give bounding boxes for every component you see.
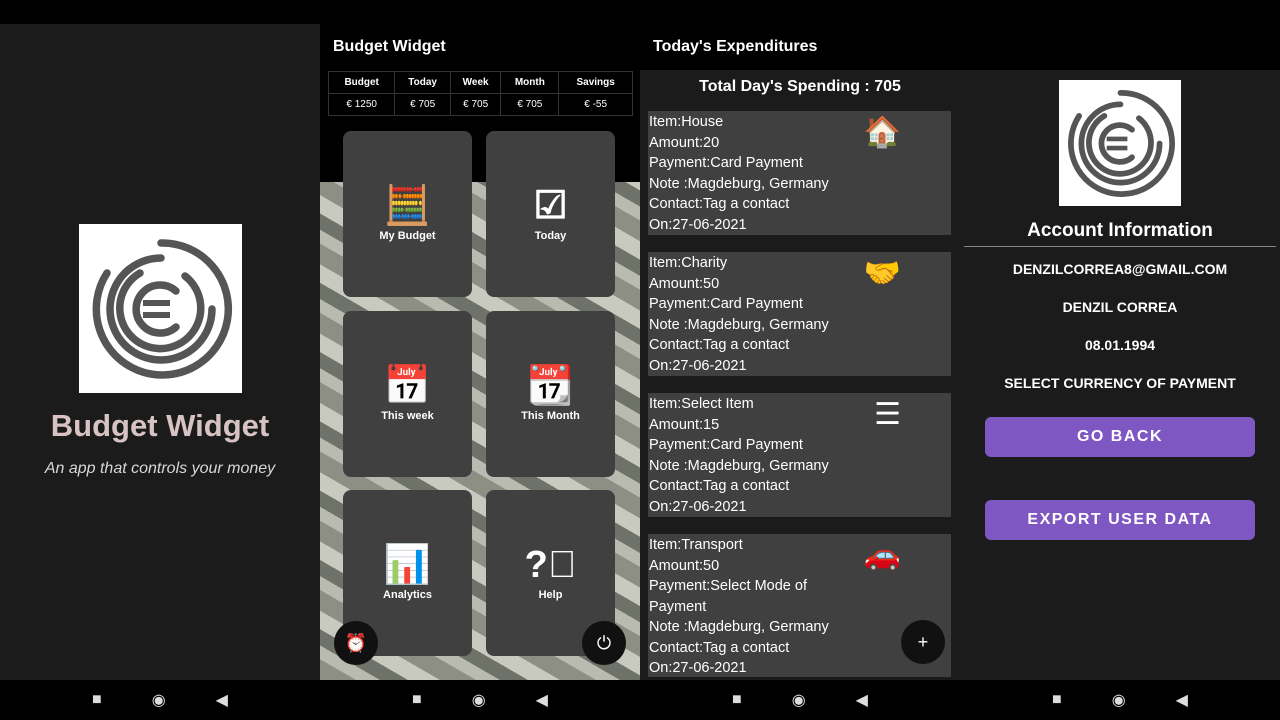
tile-my-budget[interactable]: 🧮 My Budget	[343, 131, 472, 297]
card-line: On:27-06-2021	[649, 216, 747, 233]
value-cell: € -55	[558, 93, 633, 116]
recents-button[interactable]: ■	[412, 691, 422, 709]
home-button[interactable]: ◉	[792, 690, 806, 710]
value-cell: € 705	[449, 93, 502, 116]
tile-this-week[interactable]: 📅 This week	[343, 311, 472, 477]
card-line: Item:Select Item	[649, 396, 754, 412]
card-line: Payment:Select Mode of	[649, 578, 807, 594]
tile-label: Today	[534, 230, 567, 242]
go-back-button[interactable]: GO BACK	[985, 417, 1255, 457]
calendar-check-icon: ☑	[533, 185, 568, 227]
total-spending: Total Day's Spending : 705	[699, 78, 901, 95]
page-title: Budget Widget	[333, 38, 446, 55]
tile-this-month[interactable]: 📆 This Month	[486, 311, 615, 477]
dob-text: 08.01.1994	[1084, 337, 1156, 353]
app-subtitle: An app that controls your money	[44, 460, 276, 477]
alarm-icon: ⏰	[344, 632, 368, 653]
header-cell: Month	[500, 71, 560, 94]
card-line: Contact:Tag a contact	[649, 478, 790, 494]
value-cell: € 1250	[327, 93, 396, 116]
header-cell: Budget	[327, 71, 396, 94]
page-title: Today's Expenditures	[653, 38, 818, 55]
card-line: Amount:20	[649, 134, 720, 151]
card-line: Note :Magdeburg, Germany	[649, 316, 829, 333]
card-line: Payment:Card Payment	[649, 155, 803, 171]
tile-label: Analytics	[383, 589, 432, 601]
recents-button[interactable]: ■	[92, 691, 102, 709]
tile-label: Help	[538, 589, 563, 601]
handshake-icon: 🤝	[863, 257, 901, 290]
back-button[interactable]: ◀	[1176, 690, 1188, 710]
home-button[interactable]: ◉	[472, 690, 486, 710]
divider	[964, 246, 1276, 247]
card-line: Payment:Card Payment	[649, 296, 803, 312]
app-title: Budget Widget	[50, 408, 270, 443]
card-line: Note :Magdeburg, Germany	[649, 175, 829, 192]
calculator-icon: 🧮	[383, 185, 432, 227]
email-text: DENZILCORREA8@GMAIL.COM	[1012, 261, 1228, 277]
add-button[interactable]: +	[901, 620, 945, 664]
back-button[interactable]: ◀	[856, 690, 868, 710]
expenditure-card[interactable]: Item:House Amount:20 Payment:Card Payment N…	[648, 111, 951, 235]
home-button[interactable]: ◉	[152, 690, 166, 710]
alarm-button[interactable]: ⏰	[334, 621, 378, 665]
export-user-data-button[interactable]: EXPORT USER DATA	[985, 500, 1255, 540]
menu-lines-icon: ☰	[874, 398, 901, 431]
back-button[interactable]: ◀	[216, 690, 228, 710]
account-screen: Account Information DENZILCORREA8@GMAIL.…	[960, 24, 1280, 680]
card-line: On:27-06-2021	[649, 357, 747, 374]
home-button[interactable]: ◉	[1112, 690, 1126, 710]
tile-label: This week	[381, 410, 434, 422]
calendar-31-icon: 📆	[526, 365, 575, 407]
recents-button[interactable]: ■	[1052, 691, 1062, 709]
power-button[interactable]: ⏻	[582, 621, 626, 665]
card-line: Item:House	[649, 114, 724, 130]
tile-label: My Budget	[379, 230, 436, 242]
header-cell: Savings	[558, 71, 633, 94]
recents-button[interactable]: ■	[732, 691, 742, 709]
expenditure-card[interactable]: Item:Select Item Amount:15 Payment:Card Pa…	[648, 393, 951, 517]
name-text: DENZIL CORREA	[1062, 299, 1178, 315]
plus-icon: +	[917, 631, 929, 652]
card-line: On:27-06-2021	[649, 660, 747, 676]
card-line: Note :Magdeburg, Germany	[649, 457, 829, 474]
card-line: Payment:Card Payment	[649, 437, 803, 453]
header-cell: Week	[449, 71, 502, 94]
app-logo	[1059, 80, 1181, 206]
back-button[interactable]: ◀	[536, 690, 548, 710]
calendar-7-icon: 📅	[383, 365, 432, 407]
tile-today[interactable]: ☑ Today	[486, 131, 615, 297]
help-icon: ?⃝	[524, 544, 577, 586]
app-logo	[79, 224, 242, 393]
power-icon: ⏻	[596, 632, 612, 653]
home-screen: Budget Widget Budget Today Week Month Saving…	[320, 24, 640, 680]
expenditures-screen: Today's Expenditures Total Day's Spendin…	[640, 24, 960, 680]
card-line: Item:Charity	[649, 255, 728, 271]
select-currency[interactable]: SELECT CURRENCY OF PAYMENT	[960, 375, 1280, 391]
card-line: Contact:Tag a contact	[649, 337, 790, 353]
card-line: Amount:50	[649, 275, 720, 292]
card-line: On:27-06-2021	[649, 498, 747, 515]
splash-screen: Budget Widget An app that controls your …	[0, 24, 320, 680]
chart-icon: 📊	[383, 544, 432, 586]
value-cell: € 705	[500, 93, 560, 116]
card-line: Amount:50	[649, 557, 720, 574]
nav-bar: ■ ◉ ◀	[960, 680, 1280, 720]
value-cell: € 705	[394, 93, 451, 116]
card-line: Contact:Tag a contact	[649, 196, 790, 212]
header-cell: Today	[394, 71, 451, 94]
expenditure-card[interactable]: Item:Charity Amount:50 Payment:Card Paymen…	[648, 252, 951, 376]
nav-bar: ■ ◉ ◀	[640, 680, 960, 720]
card-line: Payment	[649, 598, 707, 615]
summary-table: Budget Today Week Month Savings € 1250 € 705 €…	[327, 71, 633, 116]
section-title: Account Information	[1027, 220, 1213, 241]
city-car-icon: 🚗	[863, 539, 901, 572]
house-icon: 🏠	[863, 116, 901, 149]
card-line: Item:Transport	[649, 537, 743, 553]
tile-label: This Month	[521, 410, 580, 422]
nav-bar: ■ ◉ ◀	[0, 680, 320, 720]
card-line: Amount:15	[649, 416, 720, 433]
nav-bar: ■ ◉ ◀	[320, 680, 640, 720]
